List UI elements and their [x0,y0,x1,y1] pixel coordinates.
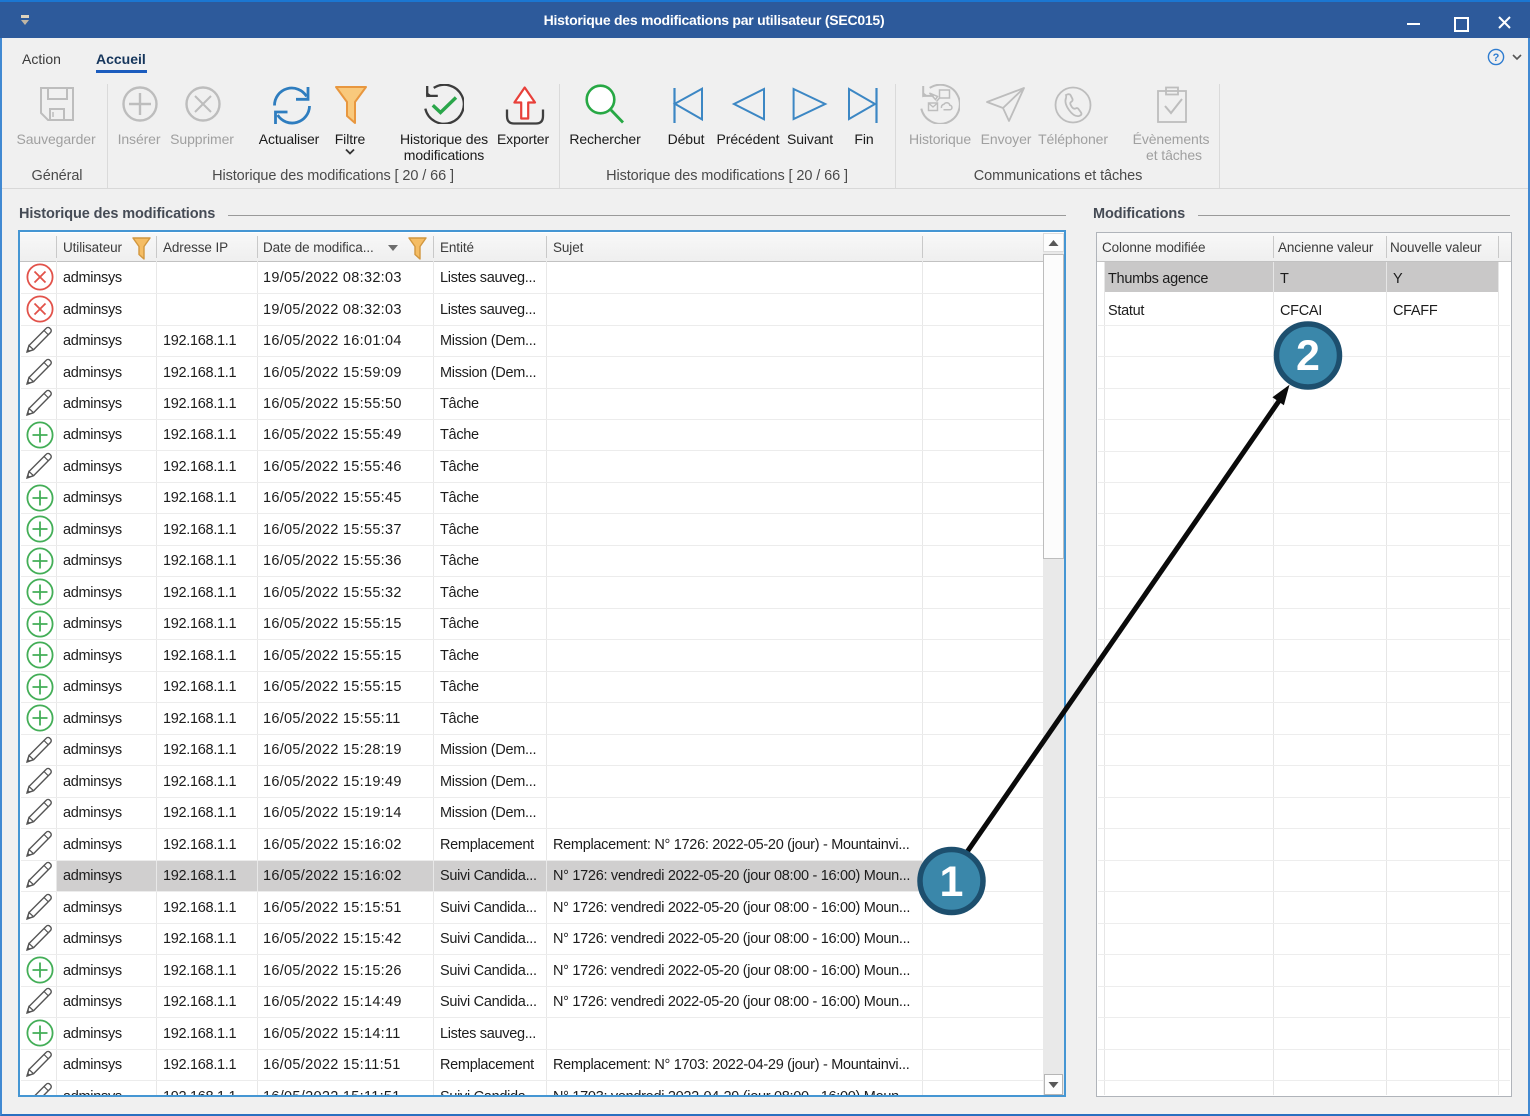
svg-text:2: 2 [1296,332,1320,380]
svg-text:1: 1 [940,858,964,906]
